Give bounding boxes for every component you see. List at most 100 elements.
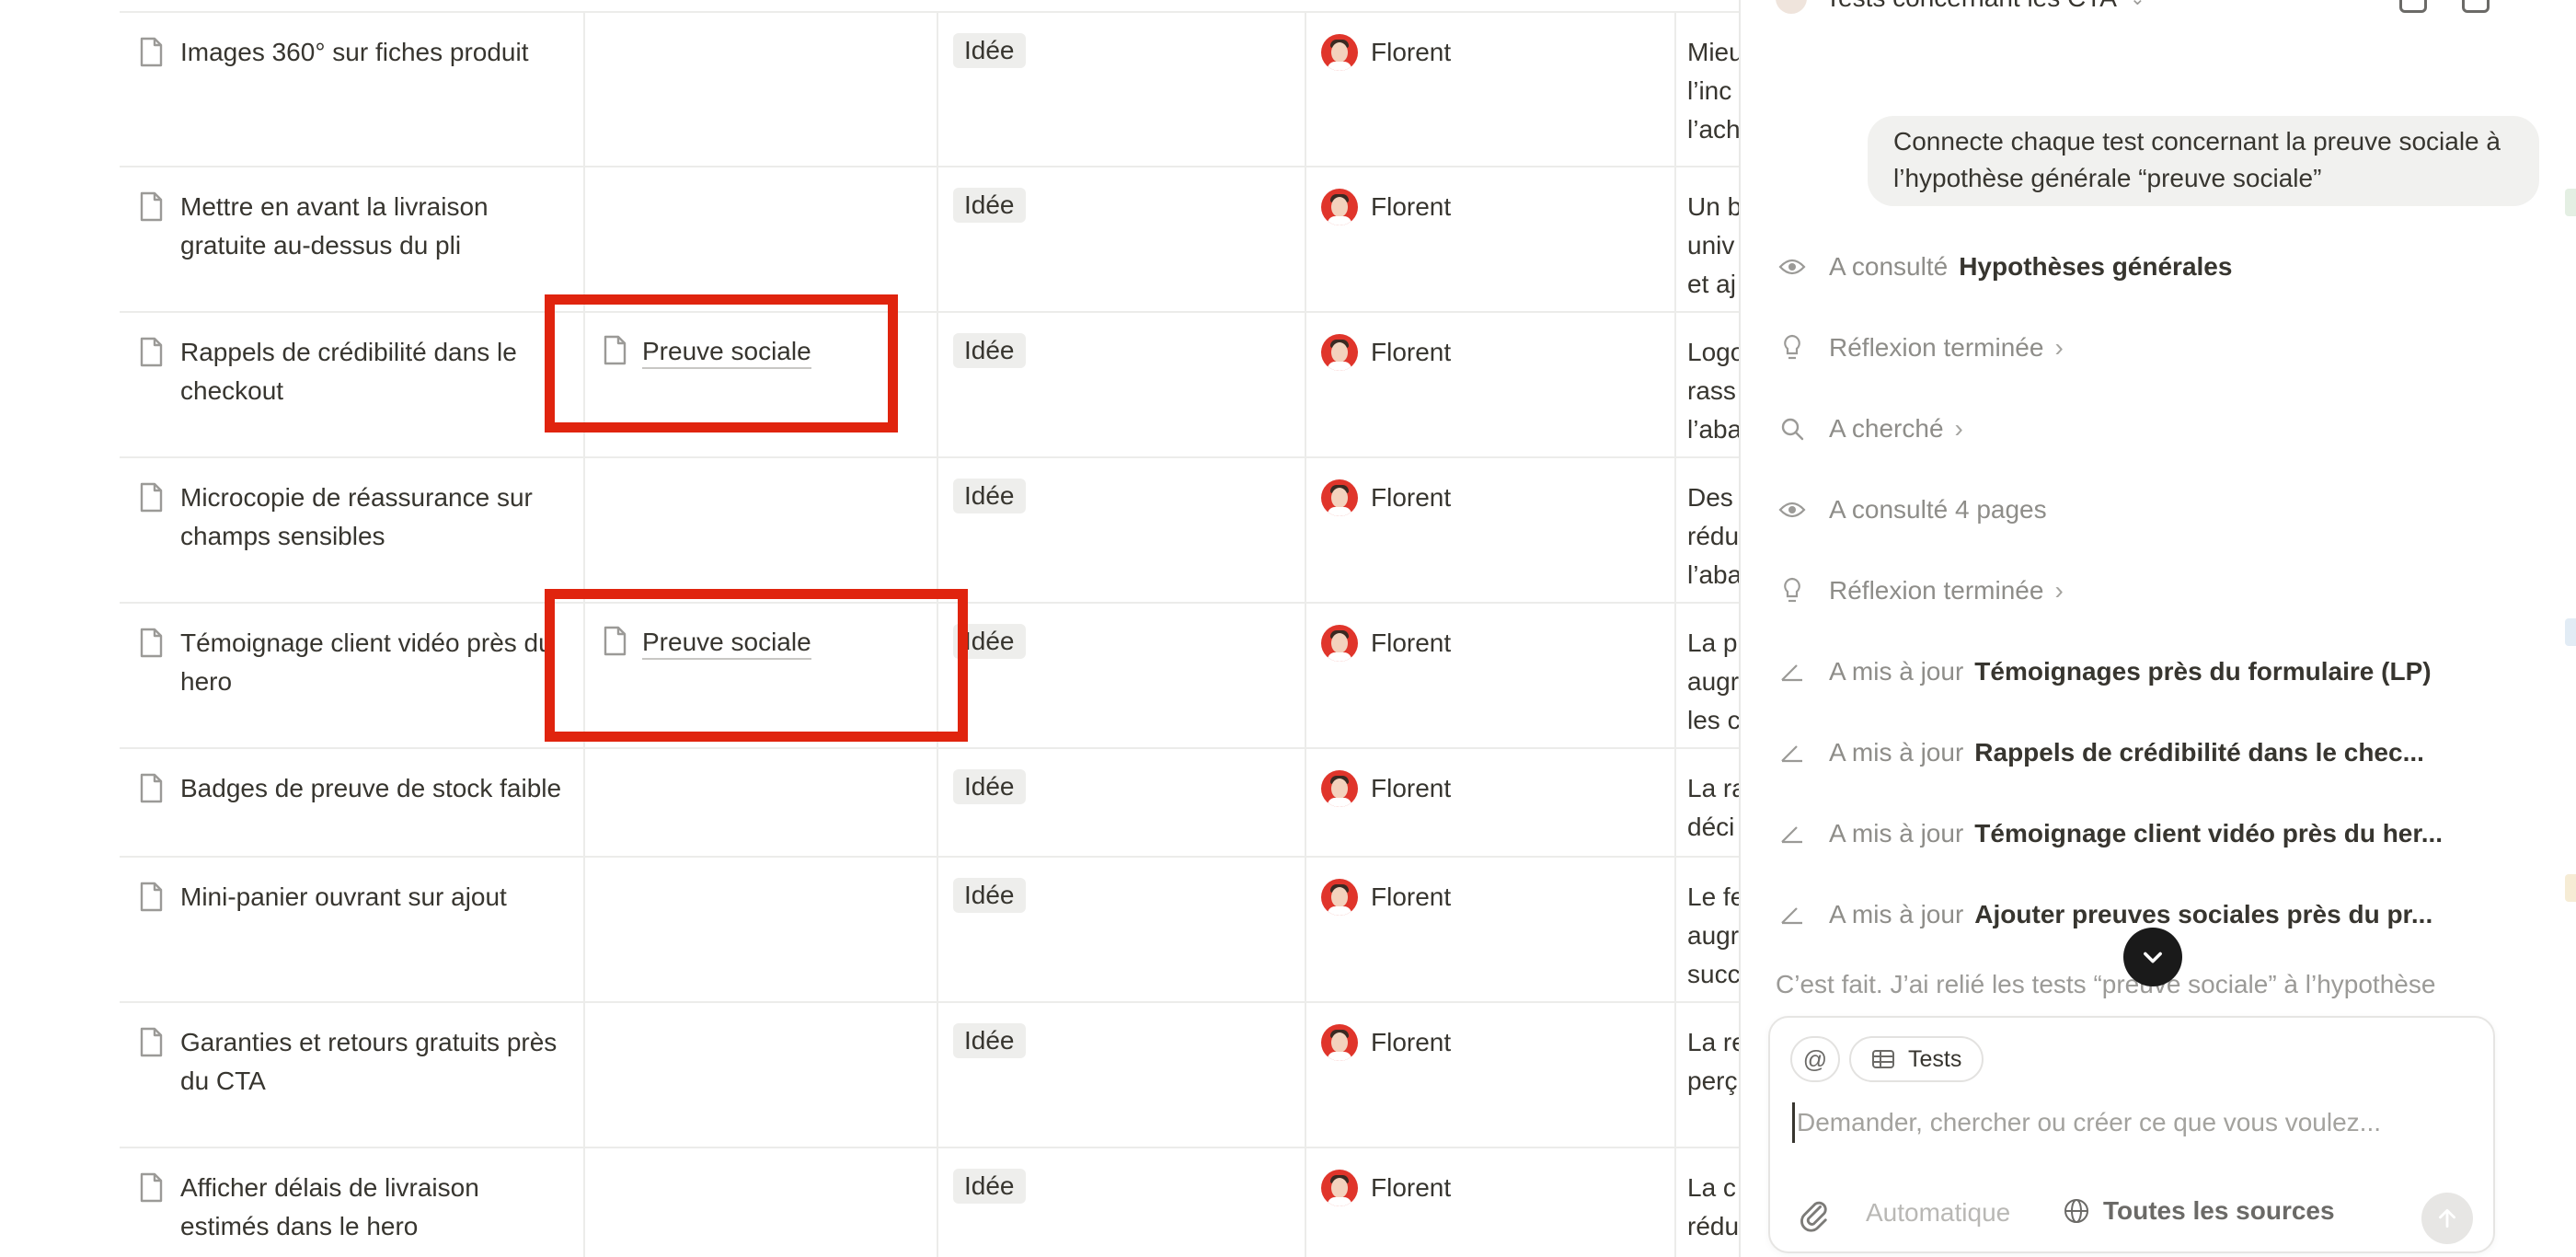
assignee-name: Florent bbox=[1371, 774, 1452, 802]
avatar bbox=[1321, 1024, 1358, 1061]
assignee-cell[interactable]: Florent bbox=[1321, 33, 1451, 72]
column-divider bbox=[937, 1001, 938, 1147]
status-badge[interactable]: Idée bbox=[953, 479, 1026, 513]
column-divider bbox=[583, 456, 585, 602]
status-badge[interactable]: Idée bbox=[953, 188, 1026, 223]
agent-step[interactable]: Réflexion terminée › bbox=[1776, 328, 2064, 368]
chat-title[interactable]: Tests concernant les CTA bbox=[1825, 0, 2117, 13]
column-divider bbox=[583, 1147, 585, 1257]
agent-step: A consulté Hypothèses générales bbox=[1776, 247, 2232, 287]
table-row[interactable]: Mini-panier ouvrant sur ajout Idée Flore… bbox=[120, 856, 1739, 1003]
description-cell[interactable]: La c rédu augr bbox=[1687, 1169, 1739, 1257]
description-cell[interactable]: Des rédu l’aba bbox=[1687, 479, 1739, 594]
row-title-cell[interactable]: Témoignage client vidéo près du hero bbox=[120, 602, 583, 701]
description-cell[interactable]: La ra déci bbox=[1687, 769, 1739, 847]
step-object[interactable]: Témoignage client vidéo près du her... bbox=[1974, 819, 2443, 848]
table-row[interactable]: Images 360° sur fiches produit Idée Flor… bbox=[120, 11, 1739, 167]
row-title-cell[interactable]: Garanties et retours gratuits près du CT… bbox=[120, 1001, 583, 1101]
mention-button[interactable]: @ bbox=[1790, 1036, 1840, 1082]
send-button[interactable] bbox=[2421, 1193, 2473, 1244]
table-row[interactable]: Microcopie de réassurance sur champs sen… bbox=[120, 456, 1739, 604]
row-title: Afficher délais de livraison estimés dan… bbox=[180, 1173, 479, 1240]
step-object[interactable]: Témoignages près du formulaire (LP) bbox=[1974, 657, 2431, 686]
assignee-cell[interactable]: Florent bbox=[1321, 1169, 1451, 1207]
assignee-cell[interactable]: Florent bbox=[1321, 1023, 1451, 1062]
step-object[interactable]: Hypothèses générales bbox=[1959, 252, 2232, 282]
avatar bbox=[1321, 1170, 1358, 1206]
status-badge[interactable]: Idée bbox=[953, 1023, 1026, 1058]
step-verb: A cherché bbox=[1829, 414, 1944, 443]
step-object[interactable]: Rappels de crédibilité dans le chec... bbox=[1974, 738, 2424, 767]
description-cell[interactable]: Un b univ et aj bbox=[1687, 188, 1739, 304]
assignee-cell[interactable]: Florent bbox=[1321, 333, 1451, 372]
row-title-cell[interactable]: Images 360° sur fiches produit bbox=[120, 11, 583, 72]
assignee-cell[interactable]: Florent bbox=[1321, 479, 1451, 517]
eye-icon bbox=[1776, 250, 1809, 283]
lightbulb-icon bbox=[1776, 331, 1809, 364]
new-chat-icon[interactable] bbox=[2399, 0, 2427, 13]
status-badge[interactable]: Idée bbox=[953, 1169, 1026, 1204]
column-divider bbox=[937, 856, 938, 1001]
page-icon bbox=[138, 337, 164, 368]
panel-toggle-icon[interactable] bbox=[2462, 0, 2490, 13]
description-cell[interactable]: Mieu l’inc l’ach bbox=[1687, 33, 1739, 149]
status-badge[interactable]: Idée bbox=[953, 878, 1026, 913]
description-cell[interactable]: La re perç bbox=[1687, 1023, 1739, 1101]
column-divider bbox=[1305, 11, 1306, 166]
description-cell[interactable]: Le fe augr succ bbox=[1687, 878, 1739, 994]
table-row[interactable]: Afficher délais de livraison estimés dan… bbox=[120, 1147, 1739, 1257]
step-object[interactable]: Ajouter preuves sociales près du pr... bbox=[1974, 900, 2432, 929]
column-divider bbox=[583, 11, 585, 166]
sources-selector[interactable]: Toutes les sources bbox=[2063, 1196, 2335, 1226]
row-title-cell[interactable]: Mettre en avant la livraison gratuite au… bbox=[120, 166, 583, 265]
description-cell[interactable]: Logo rass l’aba bbox=[1687, 333, 1739, 449]
ai-chat-panel: Tests concernant les CTA ⌄ Connecte chaq… bbox=[1739, 0, 2576, 1257]
assignee-cell[interactable]: Florent bbox=[1321, 188, 1451, 226]
context-chip-tests[interactable]: Tests bbox=[1849, 1036, 1984, 1082]
row-title: Badges de preuve de stock faible bbox=[180, 774, 562, 802]
table-row[interactable]: Badges de preuve de stock faible Idée Fl… bbox=[120, 747, 1739, 858]
assignee-cell[interactable]: Florent bbox=[1321, 769, 1451, 808]
agent-step[interactable]: A cherché › bbox=[1776, 409, 1963, 449]
chevron-right-icon[interactable]: › bbox=[2054, 333, 2063, 363]
row-title-cell[interactable]: Rappels de crédibilité dans le checkout bbox=[120, 311, 583, 410]
row-title: Garanties et retours gratuits près du CT… bbox=[180, 1028, 558, 1095]
status-badge[interactable]: Idée bbox=[953, 769, 1026, 804]
row-title-cell[interactable]: Badges de preuve de stock faible bbox=[120, 747, 583, 808]
globe-icon bbox=[2064, 1199, 2088, 1223]
edit-icon bbox=[1776, 655, 1809, 688]
status-badge[interactable]: Idée bbox=[953, 333, 1026, 368]
assignee-cell[interactable]: Florent bbox=[1321, 878, 1451, 917]
avatar bbox=[1321, 334, 1358, 371]
column-divider bbox=[583, 747, 585, 856]
arrow-up-icon bbox=[2439, 1208, 2455, 1228]
mode-selector[interactable]: Automatique bbox=[1866, 1198, 2010, 1228]
row-title-cell[interactable]: Mini-panier ouvrant sur ajout bbox=[120, 856, 583, 917]
chevron-right-icon[interactable]: › bbox=[1955, 414, 1963, 444]
database-table: Images 360° sur fiches produit Idée Flor… bbox=[0, 0, 1739, 1257]
table-row[interactable]: Mettre en avant la livraison gratuite au… bbox=[120, 166, 1739, 313]
chevron-down-icon bbox=[2144, 951, 2162, 963]
avatar bbox=[1321, 625, 1358, 662]
status-badge[interactable]: Idée bbox=[953, 33, 1026, 68]
step-verb: A consulté 4 pages bbox=[1829, 495, 2047, 524]
assignee-cell[interactable]: Florent bbox=[1321, 624, 1451, 663]
agent-step[interactable]: Réflexion terminée › bbox=[1776, 571, 2064, 611]
table-row[interactable]: Rappels de crédibilité dans le checkout … bbox=[120, 311, 1739, 458]
scroll-down-button[interactable] bbox=[2123, 928, 2182, 986]
edit-icon bbox=[1776, 817, 1809, 850]
page-icon bbox=[138, 1172, 164, 1204]
chat-emoji-icon bbox=[1776, 0, 1807, 14]
table-row[interactable]: Garanties et retours gratuits près du CT… bbox=[120, 1001, 1739, 1148]
chevron-down-icon[interactable]: ⌄ bbox=[2130, 0, 2145, 10]
agent-step: A mis à jour Rappels de crédibilité dans… bbox=[1776, 732, 2424, 773]
paperclip-icon[interactable] bbox=[1796, 1196, 1829, 1233]
chevron-right-icon[interactable]: › bbox=[2054, 576, 2063, 605]
column-divider bbox=[1305, 747, 1306, 856]
prompt-input[interactable] bbox=[1792, 1102, 2459, 1143]
row-title-cell[interactable]: Afficher délais de livraison estimés dan… bbox=[120, 1147, 583, 1246]
column-divider bbox=[937, 11, 938, 166]
assignee-name: Florent bbox=[1371, 1028, 1452, 1056]
row-title-cell[interactable]: Microcopie de réassurance sur champs sen… bbox=[120, 456, 583, 556]
description-cell[interactable]: La p augr les c bbox=[1687, 624, 1739, 740]
